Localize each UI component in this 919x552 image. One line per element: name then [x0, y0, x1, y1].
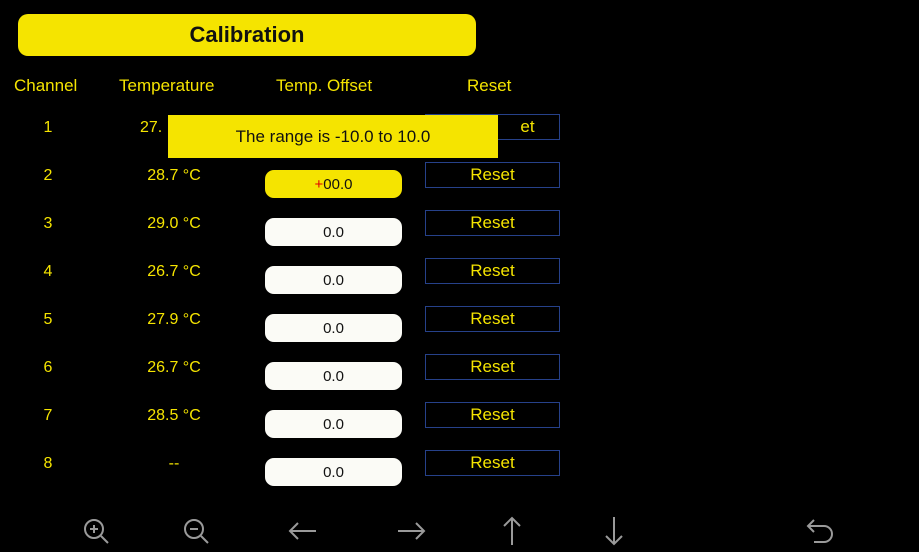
channel-number: 7: [43, 407, 53, 424]
header-channel: Channel: [14, 76, 78, 95]
channel-number: 6: [43, 359, 53, 376]
arrow-up-icon[interactable]: [492, 512, 532, 550]
temperature-value: 27.: [140, 119, 163, 136]
table-row: 3 29.0 °C 0.0 Reset: [0, 210, 919, 263]
offset-input[interactable]: 0.0: [265, 218, 402, 246]
zoom-out-icon[interactable]: [176, 512, 216, 550]
channel-number: 1: [43, 119, 53, 136]
reset-button[interactable]: Reset: [425, 258, 560, 284]
offset-input[interactable]: 0.0: [265, 362, 402, 390]
page-title: Calibration: [18, 14, 476, 56]
header-temp-offset: Temp. Offset: [276, 76, 373, 95]
offset-input[interactable]: 0.0: [265, 266, 402, 294]
zoom-in-icon[interactable]: [76, 512, 116, 550]
back-icon[interactable]: [801, 512, 841, 550]
channel-number: 4: [43, 263, 53, 280]
reset-label: et: [520, 117, 535, 136]
offset-input[interactable]: +00.0: [265, 170, 402, 198]
temperature-value: 27.9 °C: [147, 311, 201, 328]
header-reset: Reset: [467, 76, 512, 95]
temperature-value: 28.5 °C: [147, 407, 201, 424]
channel-number: 3: [43, 215, 53, 232]
table-row: 7 28.5 °C 0.0 Reset: [0, 402, 919, 455]
table-row: 5 27.9 °C 0.0 Reset: [0, 306, 919, 359]
offset-input[interactable]: 0.0: [265, 314, 402, 342]
offset-sign: +: [314, 175, 324, 193]
temperature-value: --: [168, 455, 180, 472]
table-row: 4 26.7 °C 0.0 Reset: [0, 258, 919, 311]
temperature-value: 28.7 °C: [147, 167, 201, 184]
reset-button[interactable]: Reset: [425, 210, 560, 236]
arrow-left-icon[interactable]: [283, 512, 323, 550]
range-tooltip: The range is -10.0 to 10.0: [168, 115, 498, 158]
temperature-value: 29.0 °C: [147, 215, 201, 232]
header-temperature: Temperature: [119, 76, 215, 95]
channel-number: 8: [43, 455, 53, 472]
reset-button[interactable]: Reset: [425, 354, 560, 380]
temperature-value: 26.7 °C: [147, 359, 201, 376]
offset-input[interactable]: 0.0: [265, 458, 402, 486]
reset-button[interactable]: Reset: [425, 162, 560, 188]
temperature-value: 26.7 °C: [147, 263, 201, 280]
table-row: 6 26.7 °C 0.0 Reset: [0, 354, 919, 407]
reset-button[interactable]: Reset: [425, 450, 560, 476]
offset-input[interactable]: 0.0: [265, 410, 402, 438]
table-row: 8 -- 0.0 Reset: [0, 450, 919, 503]
arrow-down-icon[interactable]: [594, 512, 634, 550]
table-row: 2 28.7 °C +00.0 Reset: [0, 162, 919, 215]
reset-button[interactable]: Reset: [425, 402, 560, 428]
arrow-right-icon[interactable]: [391, 512, 431, 550]
channel-number: 2: [43, 167, 53, 184]
reset-button[interactable]: Reset: [425, 306, 560, 332]
offset-value: 00.0: [323, 175, 353, 193]
channel-number: 5: [43, 311, 53, 328]
